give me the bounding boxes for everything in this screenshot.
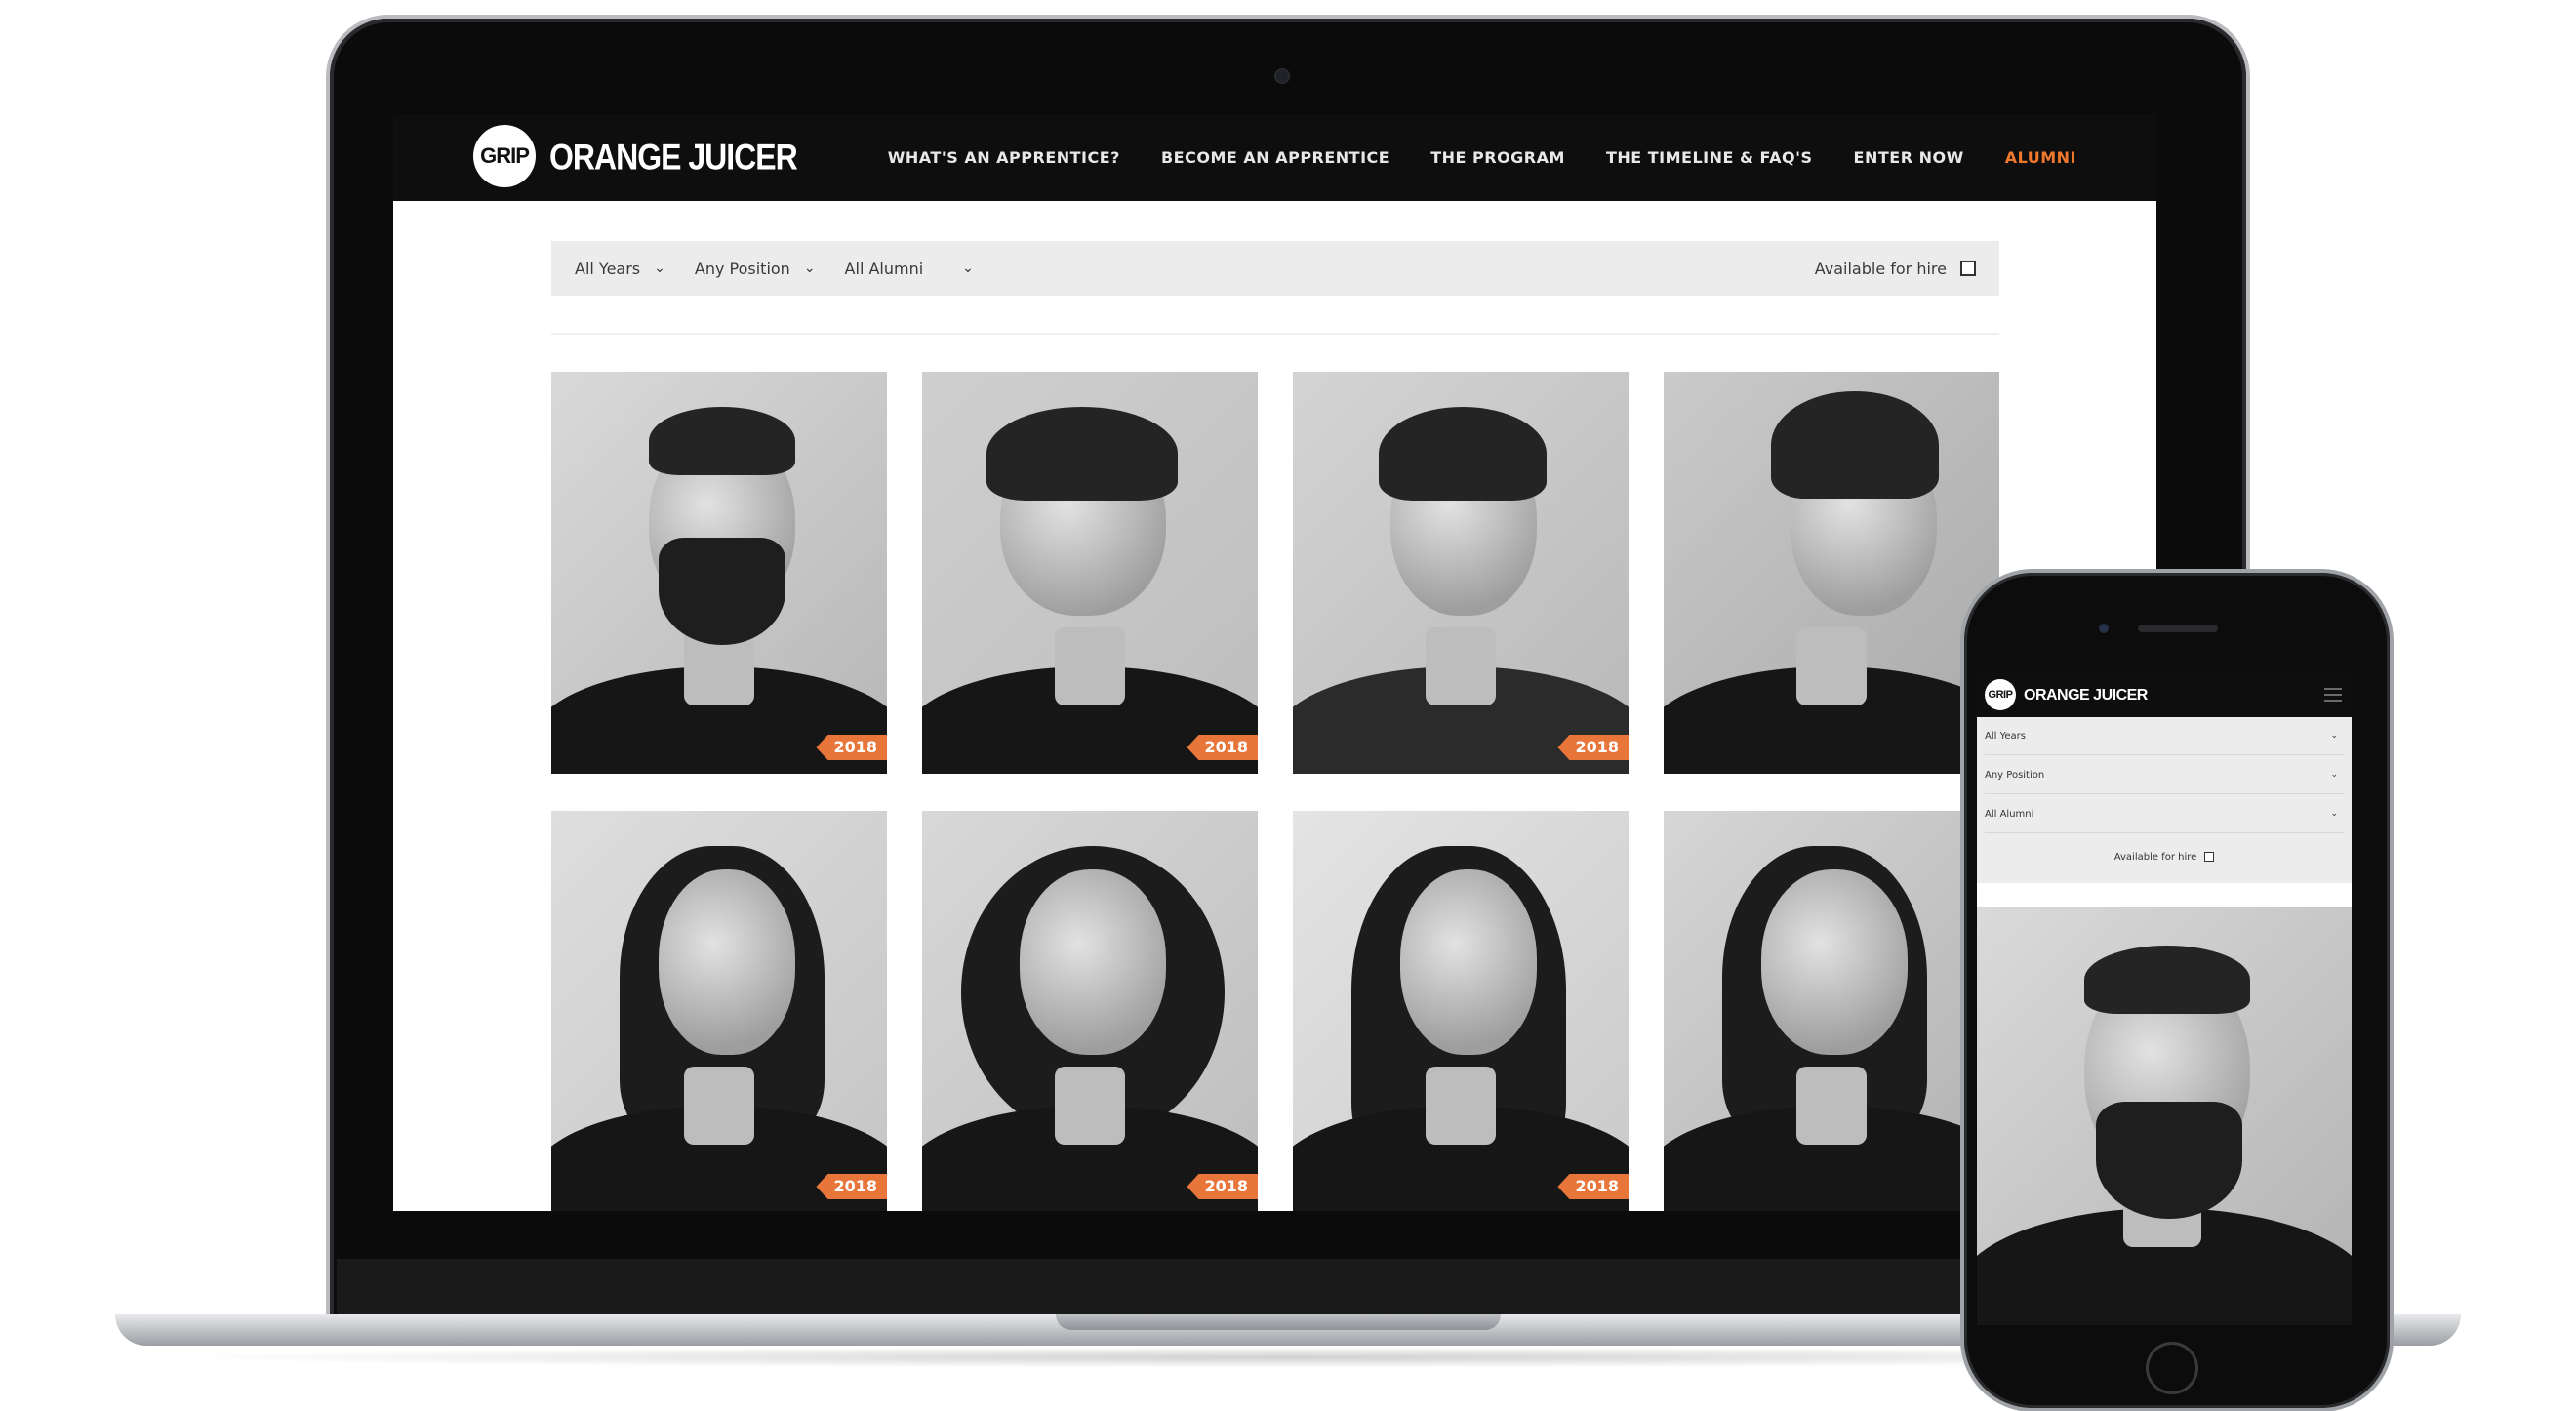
portrait-neck xyxy=(684,1067,754,1145)
nav-alumni[interactable]: ALUMNI xyxy=(2005,148,2076,167)
laptop-camera xyxy=(1274,68,1290,84)
nav-the-program[interactable]: THE PROGRAM xyxy=(1430,148,1565,167)
available-for-hire-label: Available for hire xyxy=(1814,259,1947,278)
nav-enter-now[interactable]: ENTER NOW xyxy=(1854,148,1964,167)
portrait-neck xyxy=(1796,627,1867,706)
mobile-position-filter-label: Any Position xyxy=(1985,769,2045,781)
alumni-card[interactable]: 2018 xyxy=(1293,811,1629,1211)
years-filter-select[interactable]: All Years ⌄ xyxy=(575,260,665,278)
portrait-beard xyxy=(2096,1102,2242,1219)
portrait-beard xyxy=(659,538,785,645)
alumni-card[interactable] xyxy=(1664,811,1999,1211)
phone-speaker xyxy=(2138,625,2218,632)
portrait-face xyxy=(1020,869,1166,1055)
hamburger-menu-icon[interactable] xyxy=(2324,688,2342,702)
section-divider xyxy=(551,333,1999,335)
portrait-neck xyxy=(1426,627,1496,706)
chevron-down-icon: ⌄ xyxy=(803,261,816,276)
mobile-alumni-filter-label: All Alumni xyxy=(1985,808,2034,820)
site-logo-text[interactable]: ORANGE JUICER xyxy=(549,137,798,179)
grip-logo-badge[interactable]: GRIP xyxy=(1985,679,2016,710)
portrait-face xyxy=(659,869,795,1055)
portrait-neck xyxy=(1796,1067,1867,1145)
nav-become-an-apprentice[interactable]: BECOME AN APPRENTICE xyxy=(1161,148,1389,167)
chevron-down-icon: ⌄ xyxy=(2330,770,2338,780)
portrait-face xyxy=(1400,869,1537,1055)
mobile-position-filter-select[interactable]: Any Position ⌄ xyxy=(1985,756,2344,794)
nav-whats-an-apprentice[interactable]: WHAT'S AN APPRENTICE? xyxy=(888,148,1120,167)
nav-timeline-faqs[interactable]: THE TIMELINE & FAQ'S xyxy=(1606,148,1813,167)
laptop-notch xyxy=(1056,1314,1501,1330)
desktop-website: GRIP ORANGE JUICER WHAT'S AN APPRENTICE?… xyxy=(393,114,2156,1211)
year-tag: 2018 xyxy=(1187,1174,1258,1199)
grip-logo-badge[interactable]: GRIP xyxy=(473,125,536,187)
position-filter-select[interactable]: Any Position ⌄ xyxy=(695,260,816,278)
portrait-face xyxy=(1761,869,1908,1055)
alumni-filter-label: All Alumni xyxy=(844,259,924,278)
portrait-hair xyxy=(1379,407,1547,501)
portrait-hair xyxy=(986,407,1178,501)
chevron-down-icon: ⌄ xyxy=(654,261,665,276)
position-filter-label: Any Position xyxy=(694,259,790,278)
chevron-down-icon: ⌄ xyxy=(962,261,974,276)
portrait-hair xyxy=(1771,391,1939,499)
portrait-hair xyxy=(649,407,795,475)
year-tag: 2018 xyxy=(816,735,887,760)
alumni-card[interactable] xyxy=(1664,372,1999,774)
alumni-card[interactable]: 2018 xyxy=(551,811,887,1211)
portrait-neck xyxy=(1426,1067,1496,1145)
portrait-neck xyxy=(1055,1067,1125,1145)
available-for-hire-checkbox[interactable] xyxy=(1960,261,1976,276)
mobile-website: GRIP ORANGE JUICER All Years ⌄ Any Posit… xyxy=(1977,672,2352,1325)
mobile-years-filter-select[interactable]: All Years ⌄ xyxy=(1985,717,2344,755)
chevron-down-icon: ⌄ xyxy=(2330,731,2338,741)
portrait-neck xyxy=(1055,627,1125,706)
phone-home-button[interactable] xyxy=(2146,1342,2198,1394)
mobile-logo-text[interactable]: ORANGE JUICER xyxy=(2024,687,2148,705)
year-tag: 2018 xyxy=(816,1174,887,1199)
mobile-alumni-card[interactable] xyxy=(1977,907,2352,1325)
mobile-years-filter-label: All Years xyxy=(1985,730,2026,742)
alumni-card[interactable]: 2018 xyxy=(551,372,887,774)
alumni-card[interactable]: 2018 xyxy=(1293,372,1629,774)
year-tag: 2018 xyxy=(1187,735,1258,760)
site-header: GRIP ORANGE JUICER WHAT'S AN APPRENTICE?… xyxy=(393,114,2156,201)
mobile-available-for-hire-toggle[interactable]: Available for hire xyxy=(1977,844,2352,869)
alumni-card[interactable]: 2018 xyxy=(922,372,1258,774)
mobile-available-for-hire-checkbox[interactable] xyxy=(2204,852,2215,862)
mobile-header: GRIP ORANGE JUICER xyxy=(1977,672,2352,717)
alumni-card[interactable]: 2018 xyxy=(922,811,1258,1211)
mobile-filter-panel: All Years ⌄ Any Position ⌄ All Alumni ⌄ … xyxy=(1977,717,2352,883)
mobile-alumni-filter-select[interactable]: All Alumni ⌄ xyxy=(1985,795,2344,833)
laptop-chin xyxy=(337,1259,2239,1317)
available-for-hire-toggle[interactable]: Available for hire xyxy=(1815,241,1976,296)
year-tag: 2018 xyxy=(1557,1174,1629,1199)
portrait-hair xyxy=(2084,946,2250,1014)
years-filter-label: All Years xyxy=(575,259,641,278)
chevron-down-icon: ⌄ xyxy=(2330,809,2338,819)
main-nav: WHAT'S AN APPRENTICE? BECOME AN APPRENTI… xyxy=(888,114,2076,201)
filter-bar: All Years ⌄ Any Position ⌄ All Alumni ⌄ … xyxy=(551,241,1999,296)
mobile-available-for-hire-label: Available for hire xyxy=(2113,851,2197,863)
year-tag: 2018 xyxy=(1557,735,1629,760)
alumni-filter-select[interactable]: All Alumni ⌄ xyxy=(845,260,974,278)
phone-camera xyxy=(2099,624,2109,633)
